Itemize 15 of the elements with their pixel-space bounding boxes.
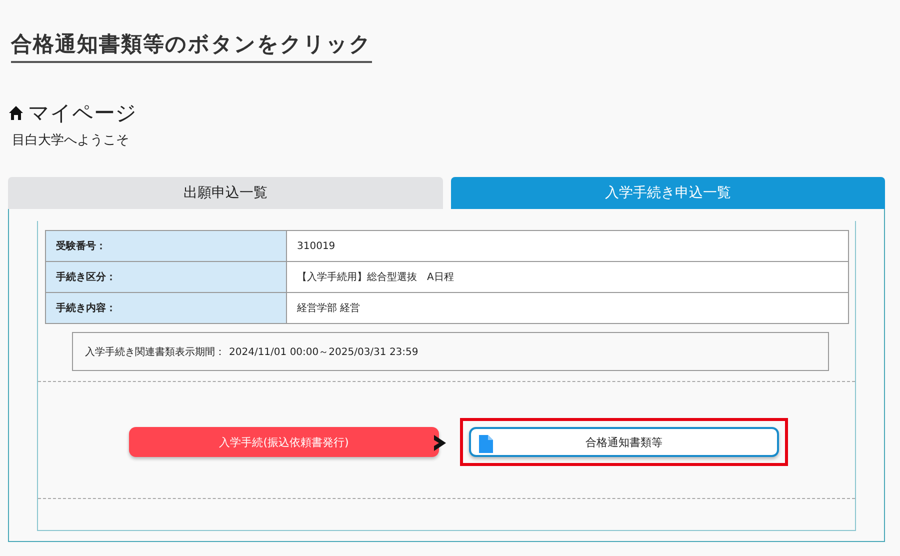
field-label: 手続き区分： bbox=[46, 262, 286, 292]
field-value: 310019 bbox=[286, 230, 848, 262]
period-value: 2024/11/01 00:00～2025/03/31 23:59 bbox=[229, 346, 418, 358]
field-value: 経営学部 経営 bbox=[286, 292, 848, 324]
period-label: 入学手続き関連書類表示期間： bbox=[85, 346, 225, 358]
field-label: 受験番号： bbox=[46, 230, 286, 262]
page-title: マイページ bbox=[28, 100, 137, 127]
document-icon bbox=[479, 435, 493, 453]
home-icon bbox=[8, 105, 24, 121]
documents-button[interactable]: 合格通知書類等 bbox=[469, 427, 779, 457]
welcome-text: 目白大学へようこそ bbox=[12, 132, 129, 149]
field-label: 手続き内容： bbox=[46, 292, 286, 324]
instruction-heading: 合格通知書類等のボタンをクリック bbox=[11, 30, 372, 63]
field-value: 【入学手続用】総合型選抜 A日程 bbox=[286, 262, 848, 292]
tab[interactable]: 出願申込一覧 bbox=[8, 177, 442, 209]
